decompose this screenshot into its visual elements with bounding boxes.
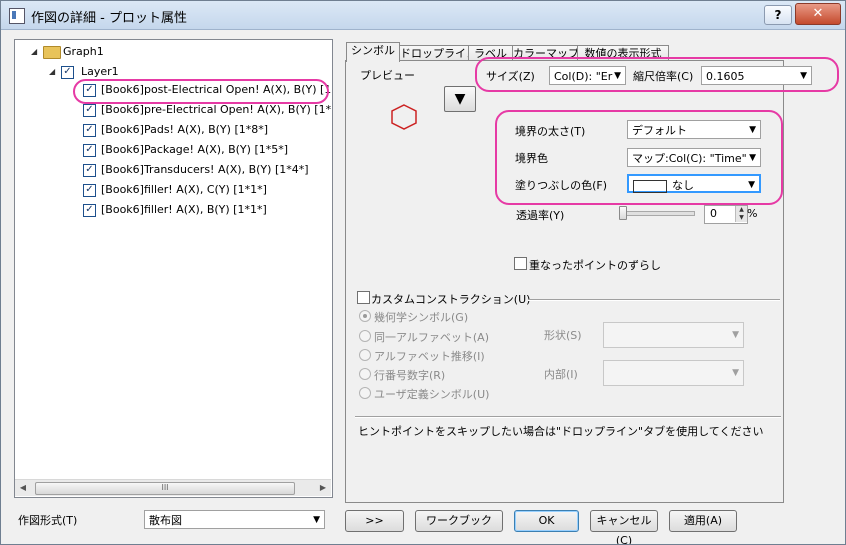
cancel-button[interactable]: キャンセル(C) [590,510,658,544]
symbol-preview-hexagon-icon [391,104,417,130]
transparency-slider-track[interactable] [621,211,695,216]
option-geometric-label: 幾何学シンボル(G) [374,311,469,324]
edge-color-label: 境界色 [515,152,548,165]
ok-button[interactable]: OK [514,510,579,532]
tree-root-label: Graph1 [63,45,104,58]
shape-select[interactable]: ▼ [603,322,744,348]
edge-width-value: デフォルト [632,124,687,137]
shape-label: 形状(S) [544,329,582,342]
option-user-defined-radio[interactable] [359,387,371,399]
scale-label: 縮尺倍率(C) [633,70,694,83]
separator-line [355,416,781,418]
percent-label: % [747,207,758,220]
help-button[interactable]: ? [764,5,792,25]
scroll-right-icon[interactable]: ▶ [315,480,331,496]
separator-line [528,299,780,301]
scroll-thumb[interactable]: III [35,482,295,495]
custom-construction-checkbox[interactable] [357,291,370,304]
option-row-number-radio[interactable] [359,368,371,380]
plot-checkbox[interactable]: ✓ [83,164,96,177]
plot-label: [Book6]post-Electrical Open! A(X), B(Y) … [101,83,332,96]
plot-checkbox[interactable]: ✓ [83,204,96,217]
plot-label: [Book6]Package! A(X), B(Y) [1*5*] [101,143,289,156]
offset-checkbox[interactable] [514,257,527,270]
interior-label: 内部(I) [544,368,578,381]
plot-label: [Book6]filler! A(X), C(Y) [1*1*] [101,183,267,196]
window-icon [9,8,25,24]
size-value: Col(D): "Er [554,70,613,83]
plot-checkbox[interactable]: ✓ [83,84,96,97]
edge-width-label: 境界の太さ(T) [515,125,586,138]
interior-select[interactable]: ▼ [603,360,744,386]
transparency-value[interactable]: 0 [710,207,717,220]
option-geometric-radio[interactable] [359,310,371,322]
fill-color-select[interactable]: なし ▼ [627,174,761,193]
edge-color-select[interactable]: マップ:Col(C): "Time" ▼ [627,148,761,167]
transparency-spinner[interactable]: 0 ▲ ▼ [704,205,748,224]
scroll-left-icon[interactable]: ◀ [15,480,31,496]
chevron-down-icon: ▼ [614,71,621,81]
color-swatch-icon [633,179,667,193]
tree-horizontal-scrollbar[interactable]: ◀ III ▶ [15,479,331,496]
edge-width-select[interactable]: デフォルト ▼ [627,120,761,139]
hint-text: ヒントポイントをスキップしたい場合は"ドロップライン"タブを使用してください [358,425,764,438]
plot-type-select[interactable]: 散布図 ▼ [144,510,325,529]
option-row-number-label: 行番号数字(R) [374,369,446,382]
plot-label: [Book6]filler! A(X), B(Y) [1*1*] [101,203,267,216]
chevron-down-icon: ▼ [749,153,756,163]
transparency-label: 透過率(Y) [516,209,565,222]
plot-label: [Book6]Pads! A(X), B(Y) [1*8*] [101,123,269,136]
close-button[interactable]: ✕ [795,3,841,25]
tab-symbol[interactable]: シンボル [346,42,400,62]
chevron-down-icon: ▼ [732,368,739,378]
plot-label: [Book6]pre-Electrical Open! A(X), B(Y) [… [101,103,332,116]
chevron-down-icon: ▼ [313,515,320,525]
plot-checkbox[interactable]: ✓ [83,104,96,117]
option-same-letter-label: 同一アルファベット(A) [374,331,489,344]
expand-button[interactable]: >> [345,510,404,532]
workbook-button[interactable]: ワークブック [415,510,503,532]
option-user-defined-label: ユーザ定義シンボル(U) [374,388,490,401]
fill-color-label: 塗りつぶしの色(F) [515,179,608,192]
chevron-down-icon: ▼ [800,71,807,81]
edge-color-value: マップ:Col(C): "Time" [632,152,747,165]
chevron-down-icon: ▼ [748,180,755,190]
fill-color-value: なし [672,179,694,192]
size-label: サイズ(Z) [486,70,535,83]
folder-icon [43,46,61,59]
option-letter-increment-radio[interactable] [359,349,371,361]
offset-label: 重なったポイントのずらし [529,259,661,272]
tree-layer-label: Layer1 [81,65,119,78]
size-select[interactable]: Col(D): "Er ▼ [549,66,626,85]
option-letter-increment-label: アルファベット推移(I) [374,350,485,363]
plot-checkbox[interactable]: ✓ [83,184,96,197]
chevron-down-icon: ▼ [749,125,756,135]
plot-details-dialog: 作図の詳細 - プロット属性 ? ✕ ◢ Graph1 ◢ ✓ Layer1 ✓… [0,0,846,545]
symbol-gallery-button[interactable]: ▼ [444,86,476,112]
title-bar[interactable]: 作図の詳細 - プロット属性 ? ✕ [1,1,845,30]
plot-checkbox[interactable]: ✓ [83,144,96,157]
scale-value: 0.1605 [706,70,745,83]
transparency-slider-thumb[interactable] [619,206,627,220]
preview-label: プレビュー [360,69,415,82]
option-same-letter-radio[interactable] [359,330,371,342]
plot-tree[interactable]: ◢ Graph1 ◢ ✓ Layer1 ✓ [Book6]post-Electr… [14,39,333,498]
spin-down-icon[interactable]: ▼ [735,214,747,222]
window-title: 作図の詳細 - プロット属性 [31,11,187,26]
custom-construction-label: カスタムコンストラクション(U) [371,293,531,306]
plot-label: [Book6]Transducers! A(X), B(Y) [1*4*] [101,163,309,176]
apply-button[interactable]: 適用(A) [669,510,737,532]
layer-checkbox[interactable]: ✓ [61,66,74,79]
chevron-down-icon: ▼ [732,330,739,340]
collapse-triangle-icon[interactable]: ◢ [49,68,57,76]
plot-type-value: 散布図 [149,514,182,527]
collapse-triangle-icon[interactable]: ◢ [31,48,39,56]
plot-checkbox[interactable]: ✓ [83,124,96,137]
plot-type-label: 作図形式(T) [18,514,78,527]
scale-combo[interactable]: 0.1605 ▼ [701,66,812,85]
spin-up-icon[interactable]: ▲ [735,206,747,214]
